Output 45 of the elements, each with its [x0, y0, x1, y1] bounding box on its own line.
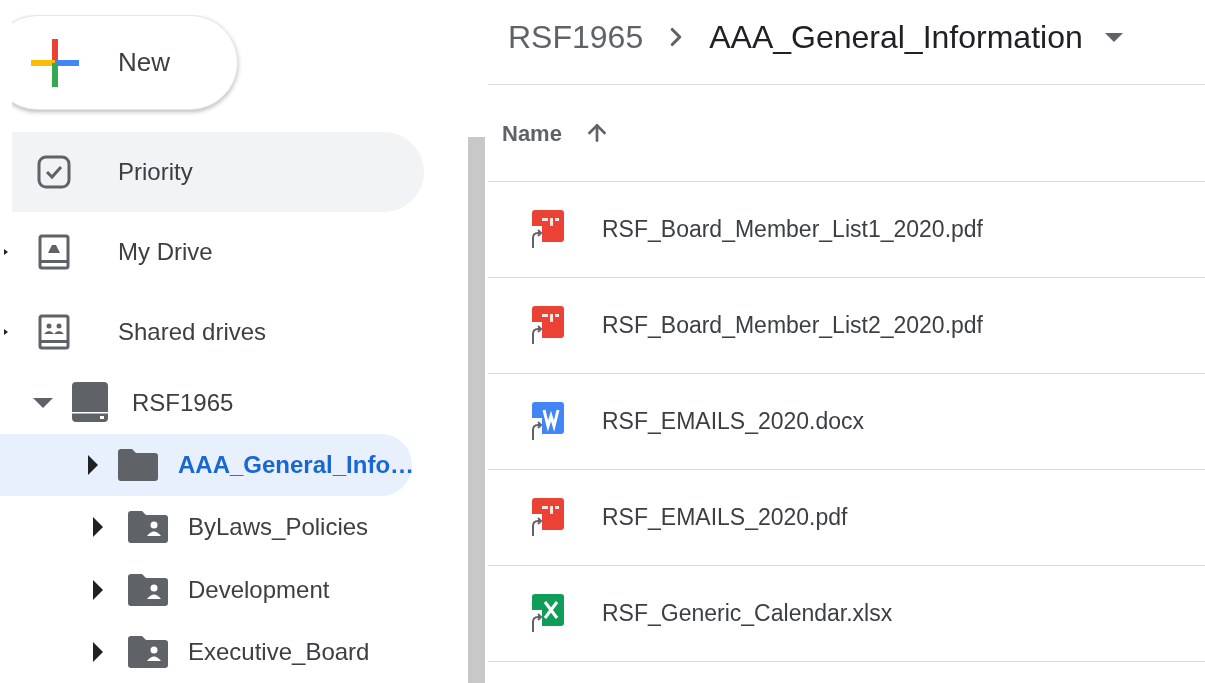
file-row[interactable]: RSF_Board_Member_List1_2020.pdf [488, 182, 1205, 278]
folder-tree-item[interactable]: Executive_Board [0, 620, 412, 683]
shared-drives-icon [36, 313, 72, 350]
checkbox-icon [36, 153, 72, 190]
file-row[interactable]: RSF_Board_Member_List2_2020.pdf [488, 278, 1205, 374]
nav-item[interactable]: Shared drives [12, 291, 424, 372]
nav-item[interactable]: My Drive [12, 211, 424, 292]
file-row[interactable]: RSF_EMAILS_2020.docx [488, 374, 1205, 470]
folder-name: Development [188, 574, 330, 605]
folder-tree-item[interactable]: RSF1965 [0, 371, 412, 434]
shared-folder-icon [128, 635, 168, 668]
caret-right-icon[interactable] [93, 641, 103, 662]
file-name: RSF_Board_Member_List2_2020.pdf [602, 311, 983, 341]
breadcrumb-item[interactable]: RSF1965 [508, 13, 644, 61]
shared-folder-icon [128, 573, 168, 606]
file-name: RSF_Board_Member_List1_2020.pdf [602, 215, 983, 245]
drive-icon [36, 233, 72, 270]
drive-icon [71, 381, 109, 424]
folder-name: RSF1965 [132, 387, 234, 418]
folder-icon [118, 449, 158, 482]
file-row[interactable]: RSF_EMAILS_2020.pdf [488, 470, 1205, 566]
caret-right-icon[interactable] [4, 248, 8, 255]
plus-icon [31, 38, 79, 87]
folder-name: ByLaws_Policies [188, 512, 369, 543]
folder-tree-item[interactable]: ByLaws_Policies [0, 496, 412, 559]
folder-tree-item[interactable]: AAA_General_Info… [0, 434, 412, 497]
file-name: RSF_Generic_Calendar.xlsx [602, 599, 893, 629]
name-column-header[interactable]: Name [502, 116, 610, 150]
nav-item[interactable]: Priority [12, 131, 424, 212]
folder-name: AAA_General_Info… [178, 450, 415, 481]
caret-right-icon[interactable] [93, 579, 103, 600]
new-button[interactable]: New [12, 15, 238, 110]
breadcrumb-item[interactable]: AAA_General_Information [709, 13, 1083, 61]
shared-folder-icon [128, 511, 168, 544]
file-row[interactable]: RSF_Generic_Calendar.xlsx [488, 566, 1205, 662]
file-name: RSF_EMAILS_2020.pdf [602, 503, 848, 533]
caret-right-icon[interactable] [4, 328, 8, 335]
file-name: RSF_EMAILS_2020.docx [602, 407, 865, 437]
folder-name: Executive_Board [188, 636, 370, 667]
folder-tree-item[interactable]: Development [0, 558, 412, 621]
caret-down-icon[interactable] [33, 397, 53, 408]
scrollbar[interactable] [468, 137, 485, 683]
caret-right-icon[interactable] [88, 455, 98, 476]
caret-right-icon[interactable] [93, 517, 103, 538]
dropdown-caret-icon[interactable] [1104, 32, 1123, 42]
